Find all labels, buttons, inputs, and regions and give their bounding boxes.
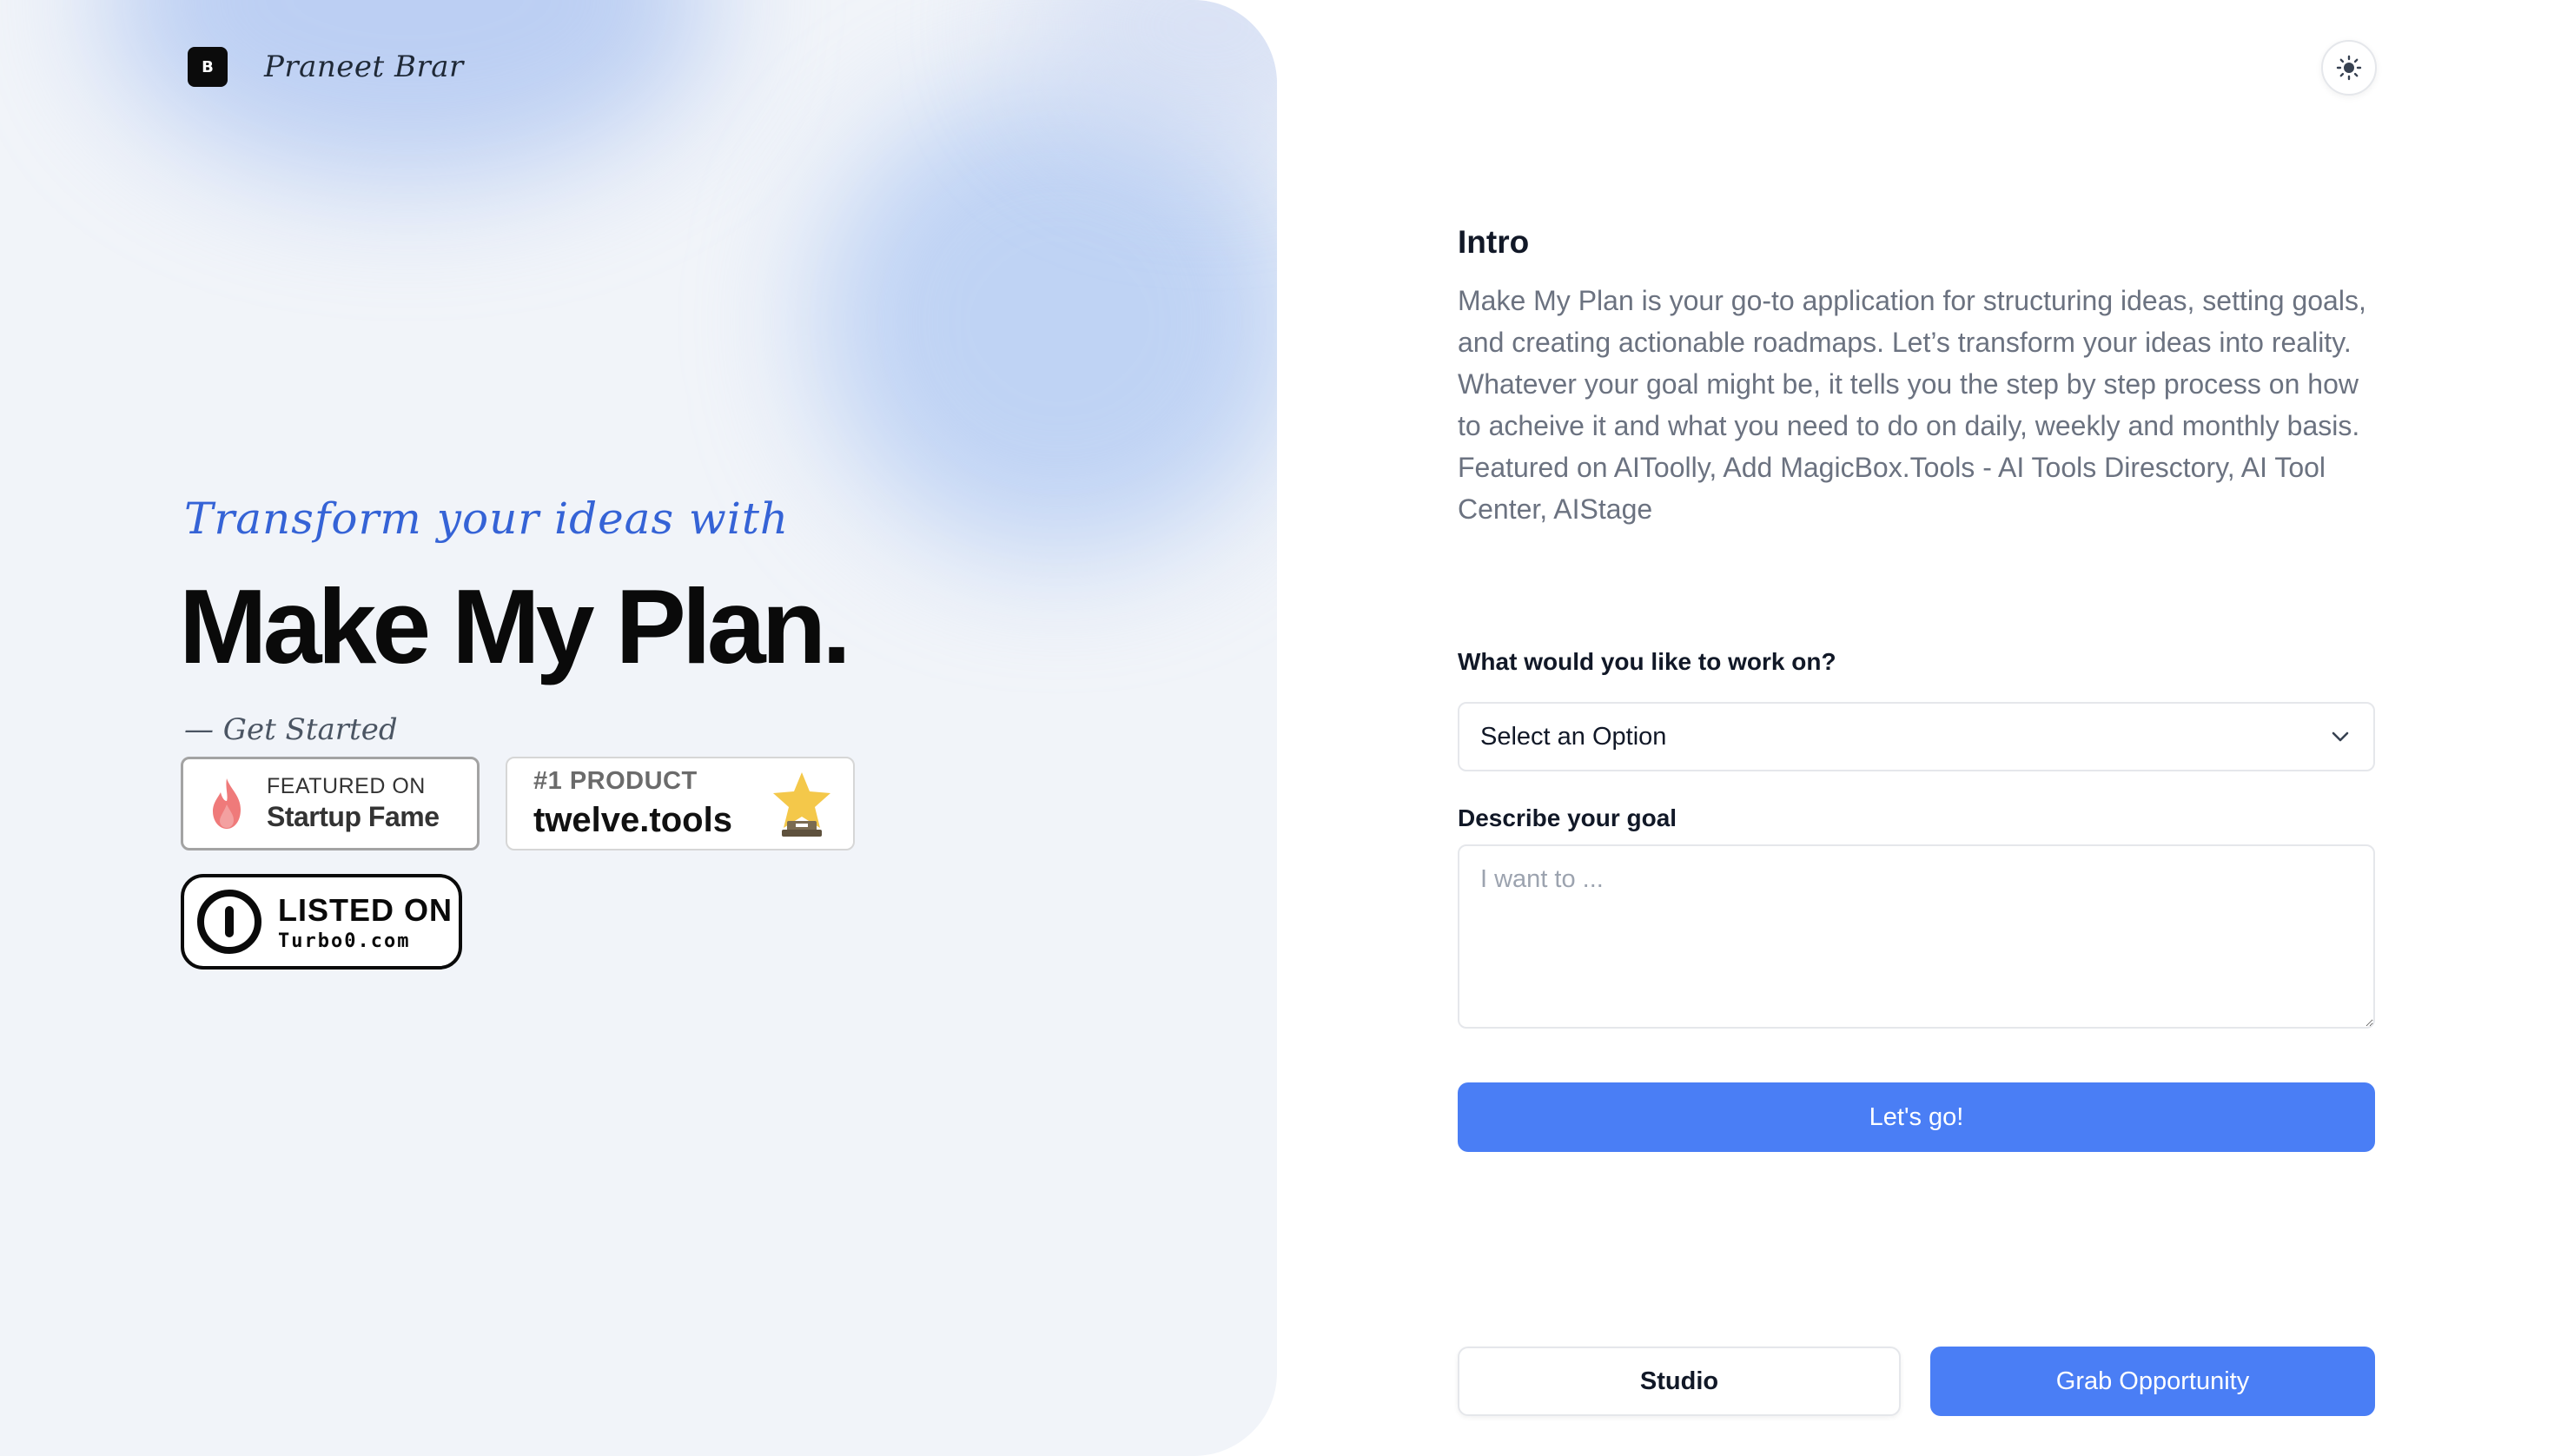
startup-fame-big: Startup Fame: [267, 801, 440, 832]
background-blob: [817, 87, 1277, 556]
brand[interactable]: B Praneet Brar: [188, 47, 464, 87]
studio-button[interactable]: Studio: [1458, 1347, 1901, 1416]
hero-panel: B Praneet Brar Transform your ideas with…: [0, 0, 1277, 1456]
work-on-label: What would you like to work on?: [1458, 648, 1836, 675]
work-on-select[interactable]: Select an Option: [1458, 702, 2375, 771]
lets-go-button[interactable]: Let's go!: [1458, 1082, 2375, 1152]
hero-tagline: Transform your ideas with: [184, 493, 790, 544]
grab-opportunity-button[interactable]: Grab Opportunity: [1930, 1347, 2375, 1416]
brand-name: Praneet Brar: [264, 50, 464, 84]
hero-headline: Make My Plan.: [179, 567, 851, 685]
twelve-tools-big: twelve.tools: [533, 801, 732, 839]
get-started-label: — Get Started: [184, 712, 398, 747]
startup-fame-badge[interactable]: FEATURED ON Startup Fame: [181, 757, 480, 850]
twelve-tools-badge[interactable]: #1 PRODUCT twelve.tools: [506, 757, 855, 850]
brand-logo-icon: B: [188, 47, 228, 87]
select-value: Select an Option: [1480, 722, 1667, 751]
turbo0-small: Turbo0.com: [278, 930, 411, 952]
turbo0-big: LISTED ON: [278, 891, 453, 928]
startup-fame-small: FEATURED ON: [267, 774, 426, 798]
chevron-down-icon: [2332, 731, 2349, 742]
turbo0-badge[interactable]: LISTED ON Turbo0.com: [181, 874, 462, 970]
twelve-tools-small: #1 PRODUCT: [533, 767, 698, 795]
trophy-star-icon: [773, 772, 830, 837]
theme-toggle-button[interactable]: [2321, 40, 2377, 96]
flame-icon: [213, 778, 241, 829]
sun-icon: [2336, 55, 2362, 81]
intro-body: Make My Plan is your go-to application f…: [1458, 285, 2366, 525]
turbo0-logo-icon: [197, 890, 261, 954]
intro-title: Intro: [1458, 224, 1530, 260]
goal-label: Describe your goal: [1458, 804, 1677, 831]
goal-textarea[interactable]: [1458, 844, 2375, 1029]
background-blob: [104, 0, 712, 182]
